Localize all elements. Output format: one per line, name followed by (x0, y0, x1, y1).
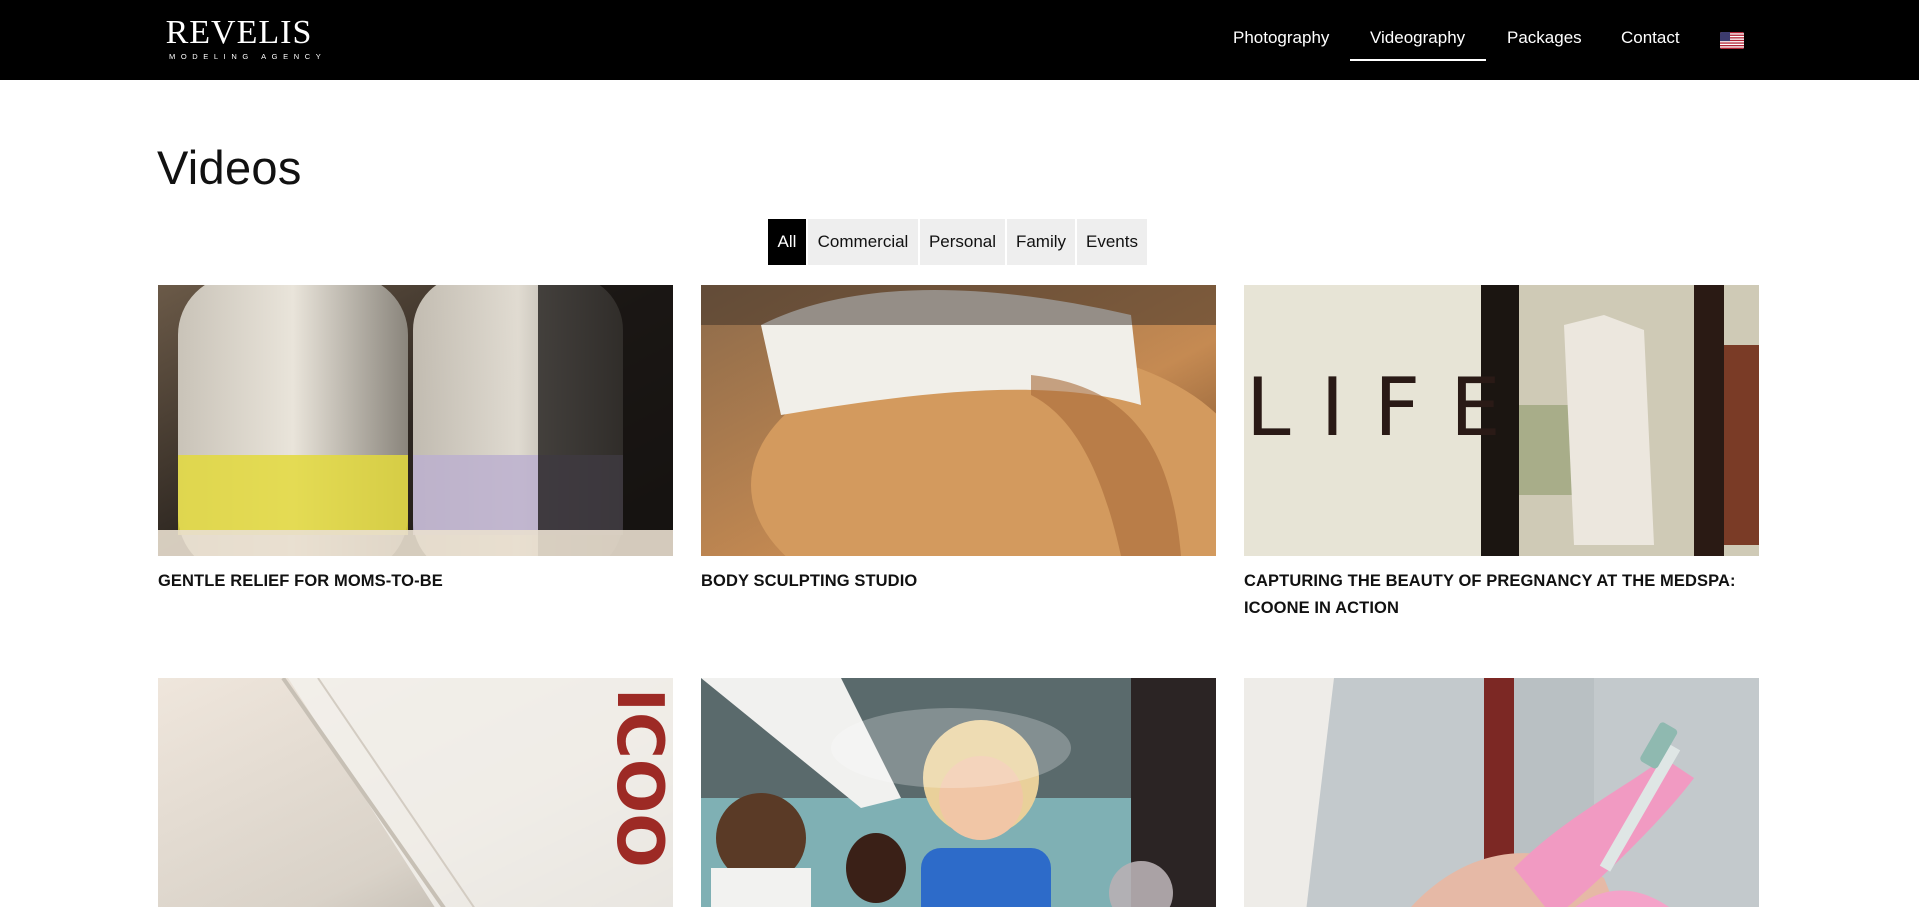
video-card[interactable]: LIFE CAPTURING THE BEAUTY OF PREGNANCY A… (1244, 285, 1759, 622)
filter-all[interactable]: All (768, 219, 806, 265)
video-thumbnail[interactable] (701, 285, 1216, 556)
nav-active-indicator (1350, 59, 1486, 61)
filter-events[interactable]: Events (1077, 219, 1147, 265)
video-card[interactable] (1244, 678, 1759, 907)
nav-videography[interactable]: Videography (1370, 28, 1465, 48)
video-title[interactable]: CAPTURING THE BEAUTY OF PREGNANCY AT THE… (1244, 568, 1759, 622)
filter-personal[interactable]: Personal (920, 219, 1005, 265)
nav-packages[interactable]: Packages (1507, 28, 1582, 48)
filter-family[interactable]: Family (1007, 219, 1075, 265)
video-card[interactable]: GENTLE RELIEF FOR MOMS-TO-BE (158, 285, 673, 595)
site-logo[interactable]: REVELIS MODELING AGENCY (165, 14, 327, 62)
video-card[interactable]: BODY SCULPTING STUDIO (701, 285, 1216, 595)
us-flag-icon[interactable] (1720, 32, 1744, 49)
category-filter-tabs: All Commercial Personal Family Events (768, 219, 1147, 265)
page-title: Videos (157, 141, 302, 194)
logo-wordmark: REVELIS (165, 14, 313, 51)
video-thumbnail[interactable] (1244, 678, 1759, 907)
video-thumbnail[interactable]: LIFE (1244, 285, 1759, 556)
video-title[interactable]: GENTLE RELIEF FOR MOMS-TO-BE (158, 568, 673, 595)
video-thumbnail[interactable]: ICOO (158, 678, 673, 907)
logo-tagline: MODELING AGENCY (169, 52, 327, 61)
thumb-icoone-text: ICOO (602, 688, 673, 868)
video-thumbnail[interactable] (158, 285, 673, 556)
video-title[interactable]: BODY SCULPTING STUDIO (701, 568, 1216, 595)
filter-commercial[interactable]: Commercial (808, 219, 918, 265)
nav-photography[interactable]: Photography (1233, 28, 1329, 48)
thumb-life-text: LIFE (1246, 361, 1531, 454)
nav-contact[interactable]: Contact (1621, 28, 1680, 48)
video-card[interactable]: ICOO (158, 678, 673, 907)
video-thumbnail[interactable] (701, 678, 1216, 907)
video-card[interactable] (701, 678, 1216, 907)
site-header: REVELIS MODELING AGENCY Photography Vide… (0, 0, 1919, 80)
